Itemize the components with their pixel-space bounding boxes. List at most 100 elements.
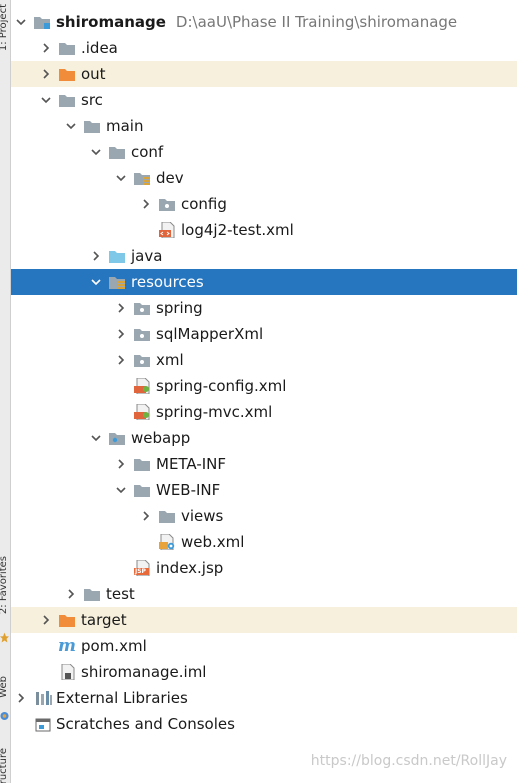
tree-item-meta-inf[interactable]: META-INF [11, 451, 517, 477]
chevron-down-icon[interactable] [63, 118, 79, 134]
tree-item-xml[interactable]: xml [11, 347, 517, 373]
iml-file-icon [58, 664, 76, 680]
chevron-down-icon[interactable] [88, 430, 104, 446]
chevron-right-icon[interactable] [113, 456, 129, 472]
tree-item-java[interactable]: java [11, 243, 517, 269]
chevron-down-icon[interactable] [88, 144, 104, 160]
tree-item-conf[interactable]: conf [11, 139, 517, 165]
tree-item-label: dev [156, 169, 184, 187]
tree-item-main[interactable]: main [11, 113, 517, 139]
tree-item-label: config [181, 195, 227, 213]
tree-item-spring-mvc-xml[interactable]: spring-mvc.xml [11, 399, 517, 425]
tree-item-label: spring-config.xml [156, 377, 287, 395]
folder-icon [133, 482, 151, 498]
folder-icon [108, 144, 126, 160]
jsp-badge-text: JSP [135, 568, 146, 575]
tree-item-project-root[interactable]: shiromanage D:\aaU\Phase II Training\shi… [11, 9, 517, 35]
tree-item-target[interactable]: target [11, 607, 517, 633]
chevron-right-icon[interactable] [113, 326, 129, 342]
project-tree: shiromanage D:\aaU\Phase II Training\shi… [11, 0, 517, 783]
module-folder-icon [33, 14, 51, 30]
project-tool-tab[interactable]: 1: Project [0, 4, 9, 51]
folder-icon [83, 118, 101, 134]
chevron-right-icon[interactable] [38, 66, 54, 82]
watermark: https://blog.csdn.net/RollJay [310, 753, 507, 769]
tree-item-label: test [106, 585, 135, 603]
tree-item-label: shiromanage.iml [81, 663, 207, 681]
chevron-right-icon[interactable] [88, 248, 104, 264]
tree-item-scratches[interactable]: Scratches and Consoles [11, 711, 517, 737]
tree-item-sqlmapperxml[interactable]: sqlMapperXml [11, 321, 517, 347]
tree-item-label: views [181, 507, 224, 525]
folder-icon [158, 508, 176, 524]
tree-item-src[interactable]: src [11, 87, 517, 113]
chevron-right-icon[interactable] [38, 612, 54, 628]
tree-item-label: src [81, 91, 103, 109]
web-tool-tab[interactable]: Web [0, 676, 9, 698]
chevron-down-icon[interactable] [88, 274, 104, 290]
spring-xml-file-icon [133, 404, 151, 420]
chevron-right-icon[interactable] [113, 300, 129, 316]
tree-item-label: conf [131, 143, 164, 161]
web-folder-icon [108, 430, 126, 446]
tree-item-webapp[interactable]: webapp [11, 425, 517, 451]
tree-item-test[interactable]: test [11, 581, 517, 607]
resources-folder-icon [133, 170, 151, 186]
project-name: shiromanage [56, 13, 166, 31]
folder-icon [83, 586, 101, 602]
tree-item-external-libraries[interactable]: External Libraries [11, 685, 517, 711]
chevron-down-icon[interactable] [38, 92, 54, 108]
tree-item-label: java [131, 247, 163, 265]
tool-window-strip: 1: Project 2: Favorites Web Structure [0, 0, 11, 783]
chevron-right-icon[interactable] [113, 352, 129, 368]
tree-item-log4j2-test-xml[interactable]: log4j2-test.xml [11, 217, 517, 243]
chevron-right-icon[interactable] [38, 40, 54, 56]
web-globe-icon [0, 711, 9, 721]
favorites-tool-tab[interactable]: 2: Favorites [0, 556, 9, 614]
folder-icon [133, 456, 151, 472]
tree-item-resources[interactable]: resources [11, 269, 517, 295]
tree-item-label: resources [131, 273, 204, 291]
folder-icon [58, 40, 76, 56]
tree-item-idea[interactable]: .idea [11, 35, 517, 61]
source-folder-icon [108, 248, 126, 264]
scratches-icon [35, 716, 53, 732]
chevron-down-icon[interactable] [113, 170, 129, 186]
tree-item-label: .idea [81, 39, 118, 57]
folder-icon [58, 92, 76, 108]
tree-item-pom-xml[interactable]: m pom.xml [11, 633, 517, 659]
tree-item-iml[interactable]: shiromanage.iml [11, 659, 517, 685]
tree-item-web-xml[interactable]: web.xml [11, 529, 517, 555]
tree-item-web-inf[interactable]: WEB-INF [11, 477, 517, 503]
tree-item-label: web.xml [181, 533, 245, 551]
structure-tool-tab[interactable]: Structure [0, 748, 9, 783]
xml-file-icon [158, 222, 176, 238]
tree-item-out[interactable]: out [11, 61, 517, 87]
chevron-down-icon[interactable] [113, 482, 129, 498]
package-folder-icon [133, 352, 151, 368]
tree-item-views[interactable]: views [11, 503, 517, 529]
tree-item-label: index.jsp [156, 559, 224, 577]
resources-folder-icon [108, 274, 126, 290]
tree-item-label: Scratches and Consoles [56, 715, 235, 733]
tree-item-spring[interactable]: spring [11, 295, 517, 321]
tree-item-label: META-INF [156, 455, 227, 473]
tree-item-label: spring-mvc.xml [156, 403, 273, 421]
package-folder-icon [133, 326, 151, 342]
tree-item-spring-config-xml[interactable]: spring-config.xml [11, 373, 517, 399]
chevron-right-icon[interactable] [63, 586, 79, 602]
chevron-right-icon[interactable] [138, 196, 154, 212]
tree-item-label: target [81, 611, 127, 629]
chevron-right-icon[interactable] [13, 690, 29, 706]
tree-item-label: webapp [131, 429, 191, 447]
chevron-right-icon[interactable] [138, 508, 154, 524]
tree-item-label: sqlMapperXml [156, 325, 264, 343]
tree-item-config[interactable]: config [11, 191, 517, 217]
tree-item-label: out [81, 65, 106, 83]
tree-item-dev[interactable]: dev [11, 165, 517, 191]
tree-item-index-jsp[interactable]: JSP index.jsp [11, 555, 517, 581]
tree-item-label: External Libraries [56, 689, 188, 707]
tree-item-label: log4j2-test.xml [181, 221, 294, 239]
chevron-down-icon[interactable] [13, 14, 29, 30]
excluded-folder-icon [58, 66, 76, 82]
